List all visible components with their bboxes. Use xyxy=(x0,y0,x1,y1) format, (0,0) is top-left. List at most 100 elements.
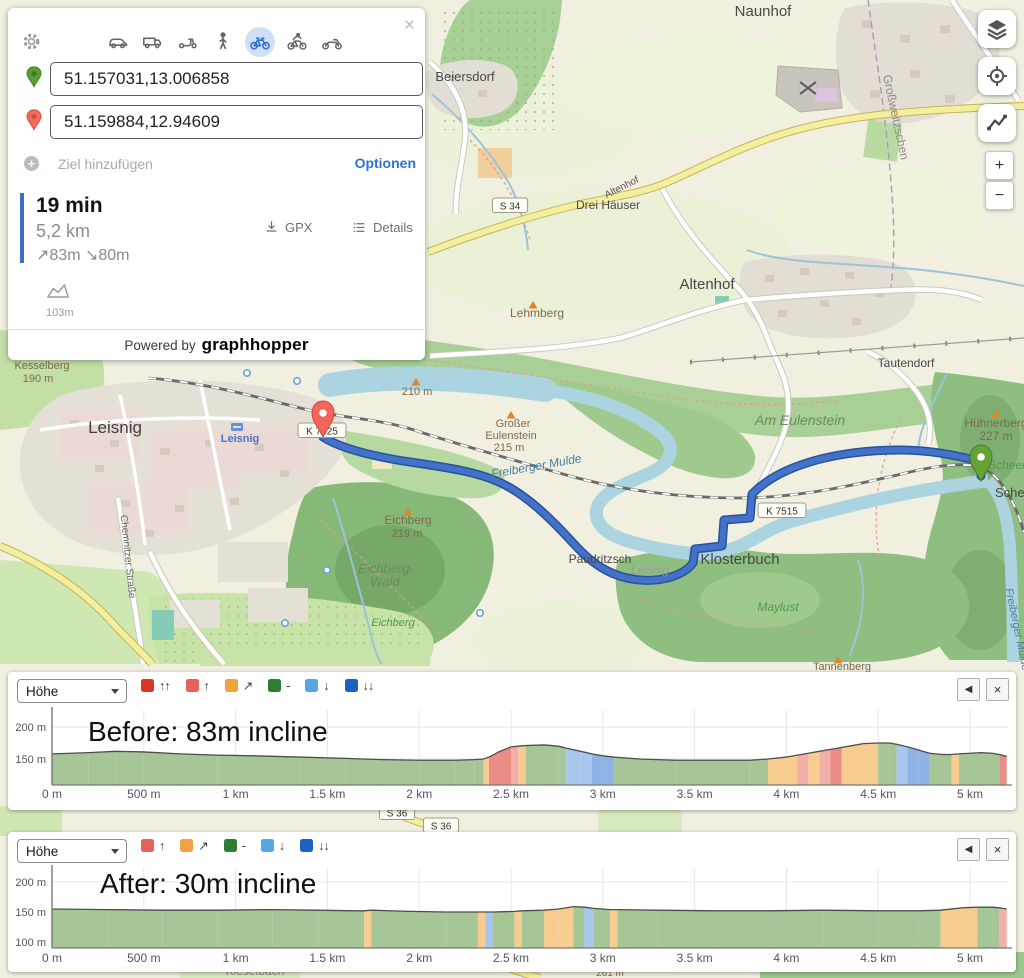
collapse-chart-button[interactable]: ◀ xyxy=(957,678,980,701)
legend-arrow-label: ↑ xyxy=(204,679,209,693)
list-icon xyxy=(352,220,367,235)
mode-foot-button[interactable] xyxy=(210,29,236,55)
close-chart-button[interactable]: × xyxy=(986,678,1009,701)
elevation-slice xyxy=(919,750,930,785)
elevation-panel-before: Höhe ↑↑↑↗-↓↓↓ ◀ × Before: 83m incline 20… xyxy=(8,672,1016,810)
elevation-slice xyxy=(823,910,878,948)
map-label: Maylust xyxy=(757,600,799,614)
elevation-slice xyxy=(992,907,999,948)
elevation-mode-select[interactable]: Höhe xyxy=(17,839,127,863)
road-shield: K 7515 xyxy=(758,503,806,518)
powered-by-label: Powered by xyxy=(124,338,195,353)
elevation-slice xyxy=(786,755,797,785)
elevation-slice xyxy=(181,754,218,785)
legend-item: ↓↓ xyxy=(300,839,329,853)
close-chart-button[interactable]: × xyxy=(986,838,1009,861)
mode-car-button[interactable] xyxy=(105,29,131,55)
chart-header: Höhe ↑↗-↓↓↓ ◀ × xyxy=(8,832,1016,862)
map-label: Klosterbuch xyxy=(700,551,779,568)
x-tick-label: 2 km xyxy=(406,951,432,965)
route-ascent-descent: ↗83m ↘80m xyxy=(36,245,130,265)
elevation-slice xyxy=(676,760,713,785)
x-tick-label: 4.5 km xyxy=(860,951,896,965)
elevation-slice xyxy=(559,746,566,785)
legend-color-swatch xyxy=(261,839,274,852)
gpx-download-button[interactable]: GPX xyxy=(264,220,312,235)
road-shield: S 34 xyxy=(492,198,527,213)
legend-item: ↓ xyxy=(305,679,328,693)
destination-coordinate-input[interactable] xyxy=(50,105,423,139)
map-label: Leisnig xyxy=(88,418,142,437)
elevation-slice xyxy=(658,910,713,948)
elevation-slice xyxy=(713,911,768,948)
gear-icon[interactable] xyxy=(21,31,42,57)
elevation-slice xyxy=(614,757,640,785)
legend-item: ↑ xyxy=(141,839,164,853)
svg-text:S 36: S 36 xyxy=(431,822,452,833)
elevation-widget-button[interactable]: 103m xyxy=(46,281,86,319)
elevation-slice xyxy=(478,912,485,948)
elevation-slice xyxy=(768,910,823,948)
legend-item: - xyxy=(268,679,289,693)
elevation-slice xyxy=(864,743,879,785)
legend-item: - xyxy=(224,839,245,853)
elevation-chart-before[interactable]: 200 m150 m0 m500 m1 km1.5 km2 km2.5 km3 … xyxy=(8,702,1016,802)
mode-motorcycle-button[interactable] xyxy=(319,29,345,55)
elevation-slice xyxy=(89,751,117,785)
options-link[interactable]: Optionen xyxy=(355,155,416,171)
elevation-chart-after[interactable]: 200 m150 m100 m0 m500 m1 km1.5 km2 km2.5… xyxy=(8,862,1016,968)
chevron-down-icon xyxy=(111,689,119,694)
x-tick-label: 500 m xyxy=(127,951,160,965)
plus-icon[interactable]: + xyxy=(24,156,39,171)
railway-station-icon xyxy=(231,423,243,431)
locate-button[interactable] xyxy=(978,57,1016,95)
add-destination-row: + Ziel hinzufügen Optionen xyxy=(8,153,425,177)
start-coordinate-input[interactable] xyxy=(50,62,423,96)
mode-scooter-button[interactable] xyxy=(175,29,201,55)
elevation-slice xyxy=(456,760,474,785)
elevation-slice xyxy=(485,912,492,948)
elevation-slice xyxy=(515,911,522,948)
elevation-slice xyxy=(750,759,768,785)
elevation-slice xyxy=(603,756,614,785)
elevation-slice xyxy=(841,746,852,785)
mode-truck-button[interactable] xyxy=(140,29,166,55)
route-panel: × xyxy=(8,8,425,360)
details-button[interactable]: Details xyxy=(352,220,413,235)
elevation-panel-after: Höhe ↑↗-↓↓↓ ◀ × After: 30m incline 200 m… xyxy=(8,832,1016,972)
layers-button[interactable] xyxy=(978,10,1016,48)
legend-item: ↓↓ xyxy=(345,679,374,693)
elevation-slice xyxy=(144,752,181,785)
route-accent-bar xyxy=(20,193,24,263)
add-destination-label[interactable]: Ziel hinzufügen xyxy=(58,156,153,172)
close-icon[interactable]: × xyxy=(404,16,415,35)
mode-bike-button-selected[interactable] xyxy=(245,27,275,57)
graphhopper-logo[interactable]: graphhopper xyxy=(202,335,309,355)
elevation-slice xyxy=(483,757,489,785)
zoom-out-button[interactable]: − xyxy=(985,181,1014,210)
elevation-slice xyxy=(474,759,483,785)
spring-icon xyxy=(477,610,483,616)
elevation-slice xyxy=(511,746,518,785)
route-graph-button[interactable] xyxy=(978,104,1016,142)
elevation-slice xyxy=(544,745,559,785)
elevation-slice xyxy=(559,907,574,948)
elevation-slice xyxy=(963,907,978,948)
map-label: Leisnig xyxy=(221,433,260,445)
x-tick-label: 1 km xyxy=(223,787,249,801)
map-label: 219 m xyxy=(392,528,423,540)
map-label: Eichberg xyxy=(371,617,415,629)
x-tick-label: 2.5 km xyxy=(493,787,529,801)
x-tick-label: 2.5 km xyxy=(493,951,529,965)
zoom-in-button[interactable]: + xyxy=(985,151,1014,180)
elevation-slice xyxy=(364,910,371,948)
chevron-down-icon xyxy=(111,849,119,854)
elevation-mode-select[interactable]: Höhe xyxy=(17,679,127,703)
elevation-slice xyxy=(617,910,657,948)
mode-racingbike-button[interactable] xyxy=(284,29,310,55)
locate-icon xyxy=(985,64,1009,88)
y-tick-label: 150 m xyxy=(15,907,46,919)
collapse-chart-button[interactable]: ◀ xyxy=(957,838,980,861)
elevation-slice xyxy=(713,760,750,785)
elevation-slice xyxy=(522,910,544,948)
